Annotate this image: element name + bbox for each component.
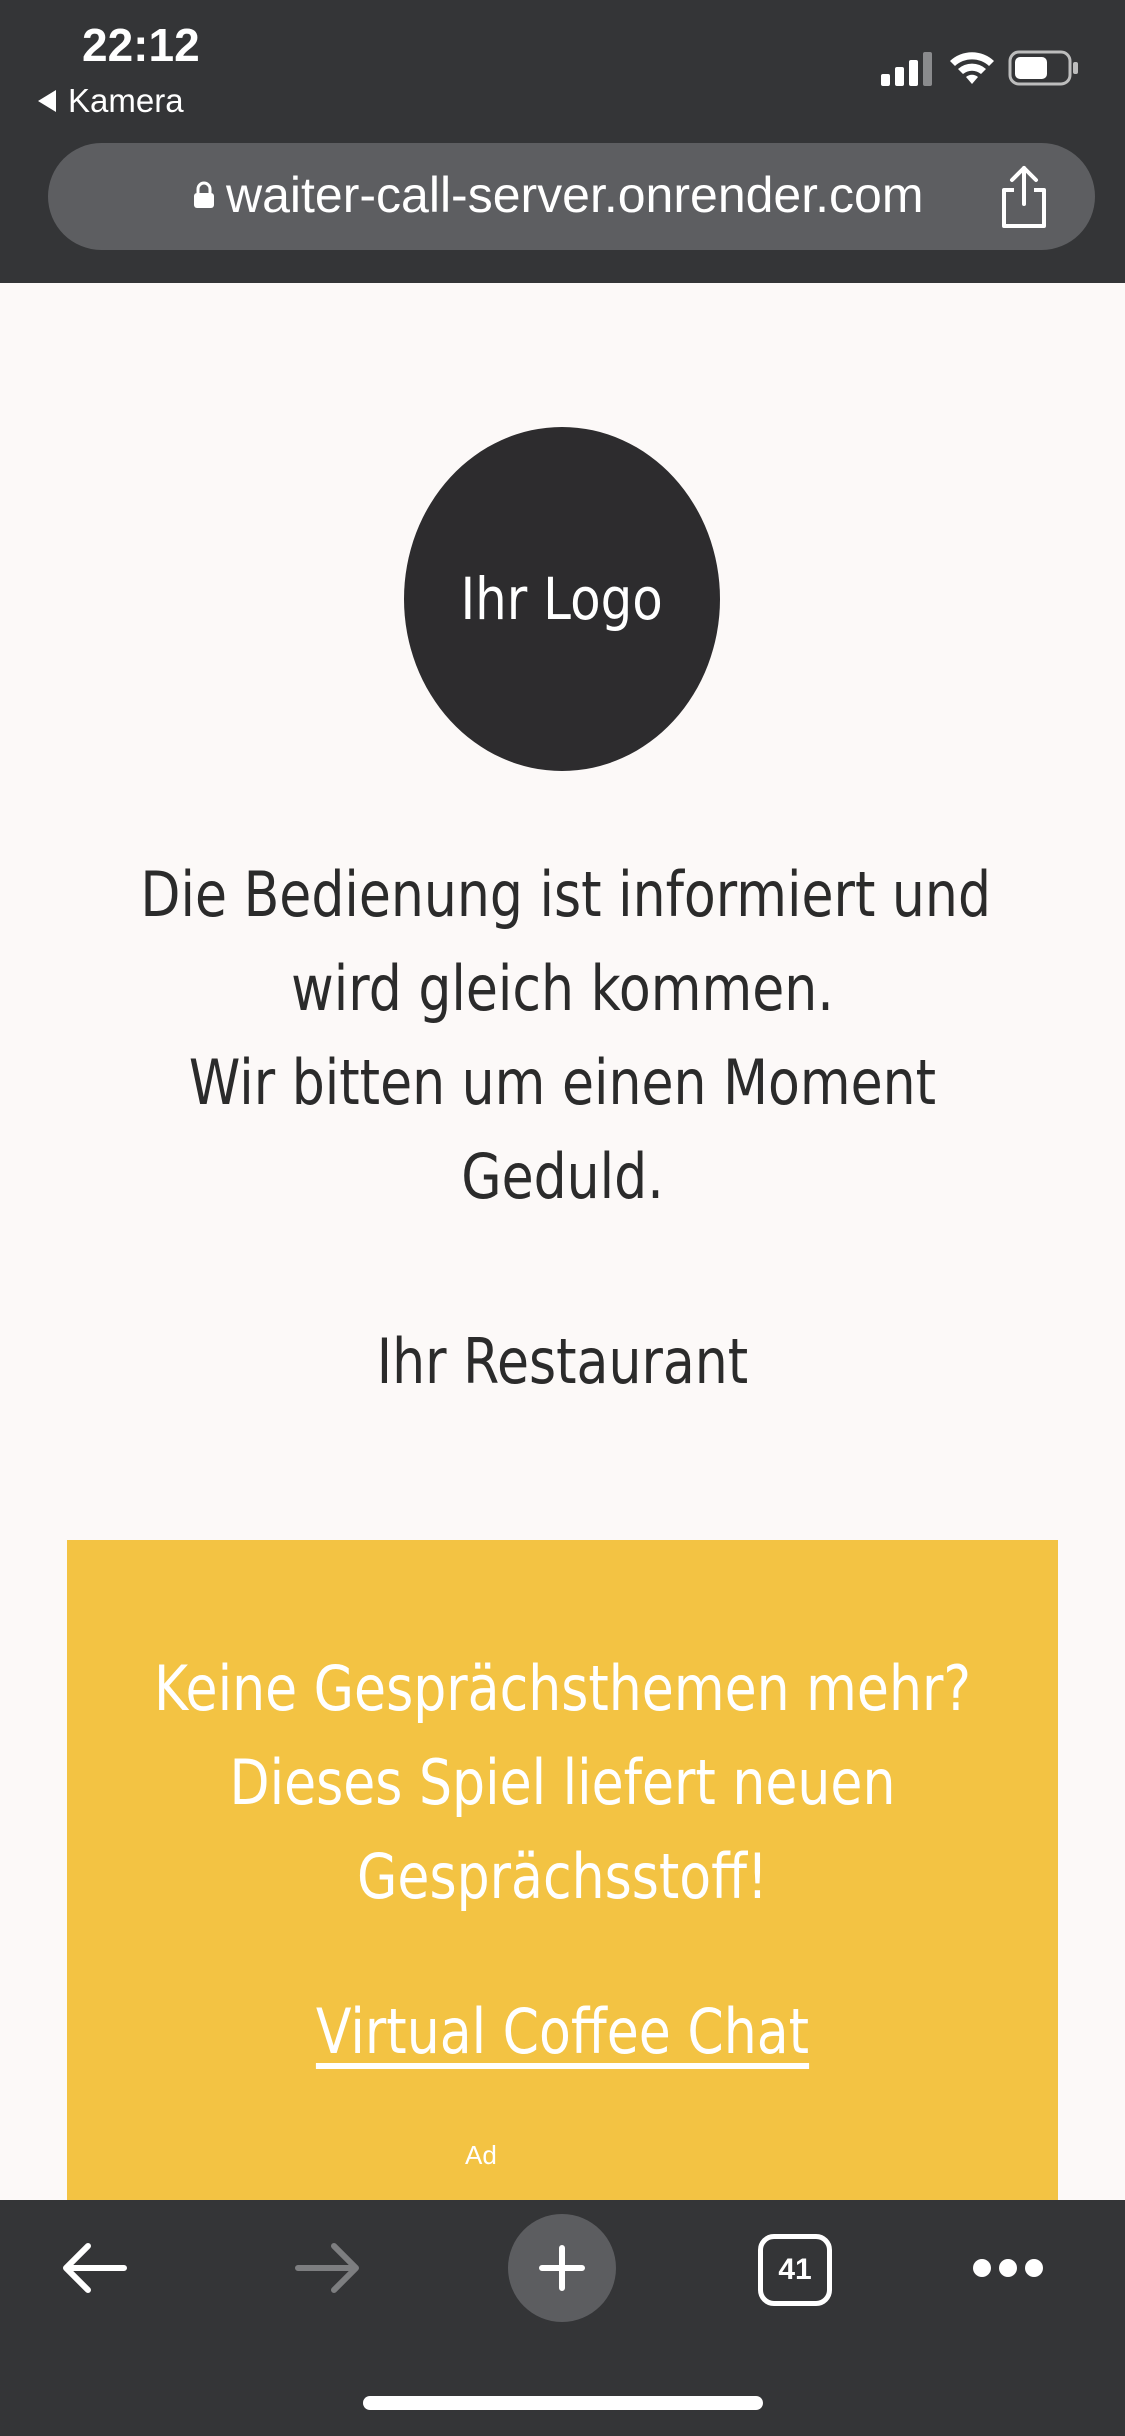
address-url[interactable]: waiter-call-server.onrender.com: [226, 166, 924, 224]
logo-text: Ihr Logo: [460, 565, 664, 633]
back-app-label: Kamera: [68, 82, 184, 119]
new-tab-plus-icon: [539, 2245, 585, 2291]
message-line: Geduld.: [461, 1140, 664, 1213]
back-triangle-icon: [38, 90, 56, 112]
share-icon[interactable]: [994, 164, 1054, 230]
tabs-icon[interactable]: 41: [758, 2234, 832, 2306]
message-line: Die Bedienung ist informiert und: [140, 858, 992, 931]
back-to-app-link[interactable]: Kamera: [38, 82, 184, 120]
ad-banner: Keine Gesprächsthemen mehr? Dieses Spiel…: [67, 1540, 1058, 2200]
waiter-notified-message: Die Bedienung ist informiert und wird gl…: [140, 848, 992, 1224]
back-arrow-icon[interactable]: [58, 2238, 132, 2298]
battery-icon: [1008, 50, 1078, 86]
ad-headline-line: Gesprächsstoff!: [357, 1840, 768, 1913]
restaurant-signature: Ihr Restaurant: [376, 1325, 749, 1398]
home-indicator[interactable]: [363, 2396, 763, 2410]
restaurant-logo: Ihr Logo: [404, 427, 720, 771]
new-tab-button[interactable]: [508, 2214, 616, 2322]
message-line: wird gleich kommen.: [291, 952, 834, 1025]
ad-label: Ad: [465, 2140, 497, 2170]
ad-headline: Keine Gesprächsthemen mehr? Dieses Spiel…: [146, 1642, 978, 1924]
browser-page: 22:12 Kamera waiter-call-server.onrender…: [0, 0, 1125, 2436]
forward-arrow-icon[interactable]: [290, 2238, 364, 2298]
wifi-icon: [950, 52, 994, 84]
status-time: 22:12: [82, 19, 200, 71]
ad-headline-line: Keine Gesprächsthemen mehr?: [153, 1652, 972, 1725]
message-line: Wir bitten um einen Moment: [188, 1046, 937, 1119]
ad-link[interactable]: Virtual Coffee Chat: [146, 1992, 978, 2072]
ad-headline-line: Dieses Spiel liefert neuen: [229, 1746, 896, 1819]
signal-icon: [881, 52, 932, 86]
more-dots-icon[interactable]: [970, 2256, 1046, 2280]
tab-count: 41: [778, 2253, 812, 2286]
lock-icon: [194, 181, 214, 208]
